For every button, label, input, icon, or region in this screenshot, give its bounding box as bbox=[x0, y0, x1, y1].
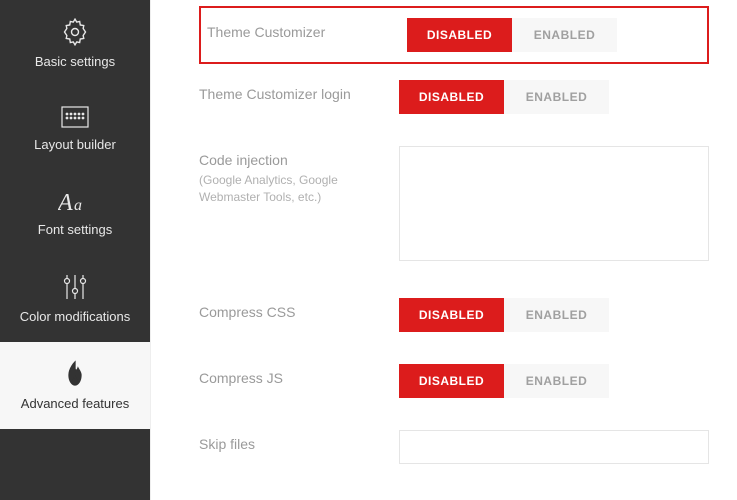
sidebar-item-label: Layout builder bbox=[34, 137, 116, 152]
row-compress-js: Compress JS DISABLED ENABLED bbox=[199, 348, 709, 414]
sidebar-item-label: Advanced features bbox=[21, 396, 129, 411]
toggle-disabled-button[interactable]: DISABLED bbox=[399, 364, 504, 398]
toggle-theme-customizer-login: DISABLED ENABLED bbox=[399, 80, 709, 114]
toggle-disabled-button[interactable]: DISABLED bbox=[407, 18, 512, 52]
label-compress-css: Compress CSS bbox=[199, 298, 399, 320]
sidebar-item-label: Font settings bbox=[38, 222, 112, 237]
sidebar-item-label: Basic settings bbox=[35, 54, 115, 69]
sliders-icon bbox=[62, 273, 88, 301]
label-theme-customizer-login: Theme Customizer login bbox=[199, 80, 399, 102]
flame-icon bbox=[63, 360, 87, 388]
sidebar-item-basic-settings[interactable]: Basic settings bbox=[0, 0, 150, 87]
sidebar-item-label: Color modifications bbox=[20, 309, 131, 324]
sidebar-item-color-modifications[interactable]: Color modifications bbox=[0, 255, 150, 342]
label-text: Code injection bbox=[199, 152, 399, 168]
label-compress-js: Compress JS bbox=[199, 364, 399, 386]
toggle-compress-js: DISABLED ENABLED bbox=[399, 364, 709, 398]
label-skip-files: Skip files bbox=[199, 430, 399, 452]
grid-icon bbox=[61, 105, 89, 129]
sidebar-item-layout-builder[interactable]: Layout builder bbox=[0, 87, 150, 170]
toggle-enabled-button[interactable]: ENABLED bbox=[504, 80, 609, 114]
sidebar-item-advanced-features[interactable]: Advanced features bbox=[0, 342, 150, 429]
row-theme-customizer: Theme Customizer DISABLED ENABLED bbox=[199, 6, 709, 64]
row-theme-customizer-login: Theme Customizer login DISABLED ENABLED bbox=[199, 64, 709, 130]
row-compress-css: Compress CSS DISABLED ENABLED bbox=[199, 282, 709, 348]
svg-text:A: A bbox=[58, 190, 73, 214]
toggle-enabled-button[interactable]: ENABLED bbox=[504, 298, 609, 332]
main-panel: Theme Customizer DISABLED ENABLED Theme … bbox=[150, 0, 737, 500]
label-code-injection: Code injection (Google Analytics, Google… bbox=[199, 146, 399, 206]
sidebar: Basic settings Layout builder A a Font s… bbox=[0, 0, 150, 500]
toggle-disabled-button[interactable]: DISABLED bbox=[399, 80, 504, 114]
code-injection-textarea[interactable] bbox=[399, 146, 709, 261]
toggle-compress-css: DISABLED ENABLED bbox=[399, 298, 709, 332]
label-theme-customizer: Theme Customizer bbox=[207, 18, 407, 40]
skip-files-input[interactable] bbox=[399, 430, 709, 464]
label-subtext: (Google Analytics, Google Webmaster Tool… bbox=[199, 172, 399, 206]
row-skip-files: Skip files bbox=[199, 414, 709, 480]
sidebar-item-font-settings[interactable]: A a Font settings bbox=[0, 170, 150, 255]
toggle-disabled-button[interactable]: DISABLED bbox=[399, 298, 504, 332]
svg-text:a: a bbox=[74, 197, 82, 214]
toggle-theme-customizer: DISABLED ENABLED bbox=[407, 18, 701, 52]
toggle-enabled-button[interactable]: ENABLED bbox=[504, 364, 609, 398]
toggle-enabled-button[interactable]: ENABLED bbox=[512, 18, 617, 52]
font-icon: A a bbox=[58, 188, 92, 214]
gear-icon bbox=[61, 18, 89, 46]
row-code-injection: Code injection (Google Analytics, Google… bbox=[199, 130, 709, 282]
